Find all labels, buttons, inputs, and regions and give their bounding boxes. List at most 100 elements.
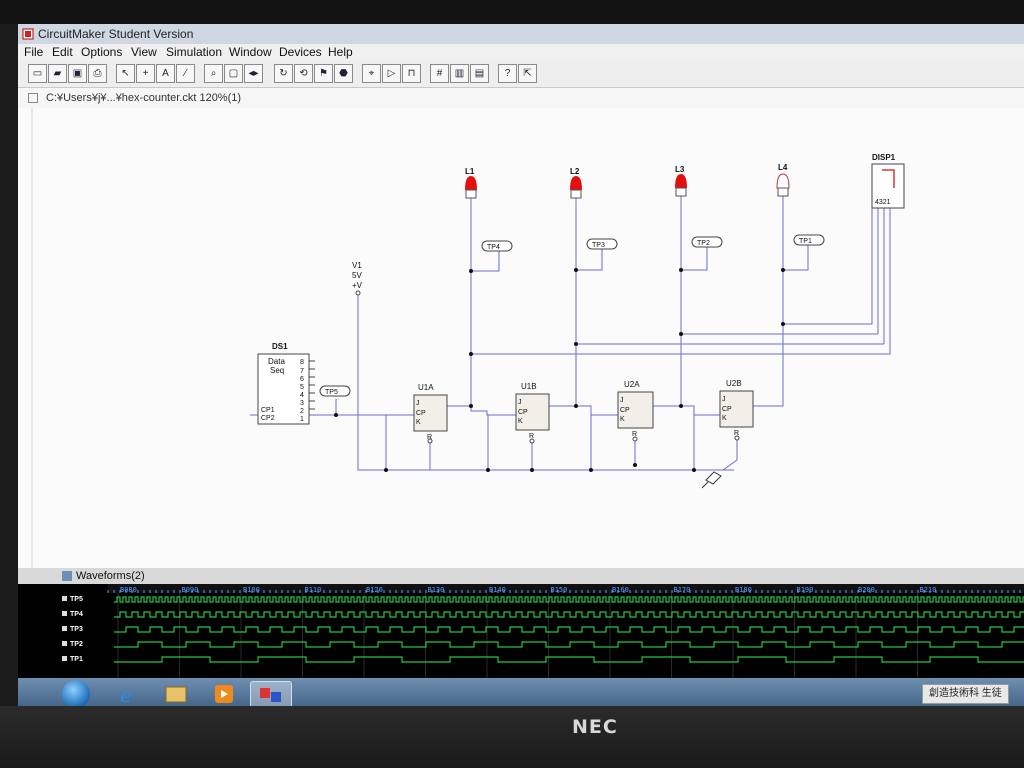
reset-switch-icon[interactable]: [701, 471, 722, 489]
monitor-top-bezel: [0, 0, 1024, 24]
start-button-icon[interactable]: [62, 680, 90, 708]
step-icon[interactable]: ▷: [382, 64, 401, 83]
flipflop-u1b[interactable]: U1B JCPK R: [515, 382, 550, 444]
svg-text:J: J: [722, 396, 726, 403]
zoom-icon[interactable]: ⌕: [204, 64, 223, 83]
info-icon[interactable]: ⇱: [518, 64, 537, 83]
menu-devices[interactable]: Devices: [279, 45, 322, 59]
svg-text:CP: CP: [620, 407, 630, 414]
svg-text:J: J: [518, 399, 522, 406]
run-icon[interactable]: ⚑: [314, 64, 333, 83]
pan-icon[interactable]: ◂▸: [244, 64, 263, 83]
ds1-seq: Seq: [270, 366, 284, 375]
svg-text:7: 7: [300, 368, 304, 375]
svg-text:8: 8: [300, 359, 304, 366]
svg-text:U1A: U1A: [418, 383, 434, 392]
flipflops: U1A JCPK R U1B JCPK R U2A J CP K R U2B JCP…: [413, 379, 754, 444]
lamp-l1[interactable]: L1: [465, 167, 477, 199]
media-player-icon[interactable]: [204, 681, 244, 707]
junction-dots: [334, 268, 785, 472]
waveform-panel[interactable]: Waveforms(2) B080 B090 B100 B110 B120 B130 B14…: [18, 568, 1024, 678]
trace-icon[interactable]: ⌖: [362, 64, 381, 83]
svg-text:4: 4: [300, 392, 304, 399]
waveform-titlebar[interactable]: Waveforms(2): [18, 568, 1024, 585]
svg-text:J: J: [416, 400, 420, 407]
testpoints: TP4 TP3 TP2 TP1 TP5: [319, 234, 825, 397]
flipflop-u2b[interactable]: U2B JCPK R: [719, 379, 754, 441]
reset-icon[interactable]: ⟲: [294, 64, 313, 83]
menu-simulation[interactable]: Simulation: [166, 45, 222, 59]
menu-edit[interactable]: Edit: [52, 45, 73, 59]
file-explorer-icon[interactable]: [156, 681, 196, 707]
screen: CircuitMaker Student Version File Edit O…: [18, 24, 1024, 710]
menu-options[interactable]: Options: [81, 45, 122, 59]
data-sequencer-ds1[interactable]: DS1 Data Seq 8 7 6 5 4 3 2 1 CP1 CP2: [257, 342, 315, 425]
waveform-tick-label: B160: [612, 586, 629, 594]
svg-text:J: J: [620, 397, 624, 404]
probe-pen-icon[interactable]: ∕: [176, 64, 195, 83]
parts-icon[interactable]: ▥: [450, 64, 469, 83]
lamp-l2[interactable]: L2: [570, 167, 582, 199]
app-titlebar[interactable]: CircuitMaker Student Version: [18, 24, 1024, 45]
display-disp1[interactable]: DISP1 4321: [871, 153, 905, 209]
flipflop-u1a[interactable]: U1A JCPK R: [413, 383, 448, 444]
channel-label-tp2: TP2: [70, 641, 83, 648]
stop-sign-icon[interactable]: ⬣: [334, 64, 353, 83]
fit-window-icon[interactable]: ▢: [224, 64, 243, 83]
source-value: 5V: [352, 271, 362, 280]
menu-view[interactable]: View: [131, 45, 157, 59]
app-icon: [22, 28, 34, 40]
lamp-l4[interactable]: L4: [776, 163, 790, 197]
waveform-tick-label: B190: [797, 586, 814, 594]
open-folder-icon[interactable]: ▰: [48, 64, 67, 83]
wire-icon[interactable]: +: [136, 64, 155, 83]
schematic-canvas[interactable]: L1 L2 L3 L4 DISP1 4321 TP4 TP3 TP2 TP1 T…: [18, 108, 1024, 568]
channel-label-tp3: TP3: [70, 626, 83, 633]
svg-text:CP1: CP1: [261, 407, 275, 414]
document-icon: [28, 93, 38, 103]
text-icon[interactable]: A: [156, 64, 175, 83]
flipflop-u2a[interactable]: U2A JCPK R: [617, 380, 654, 442]
testpoint-tp5-label: TP5: [325, 389, 338, 396]
menu-help[interactable]: Help: [328, 45, 353, 59]
source-name: V1: [352, 261, 362, 270]
svg-text:U2B: U2B: [726, 379, 742, 388]
testpoint-tp2-label: TP2: [697, 240, 710, 247]
waveform-tick-label: B120: [366, 586, 383, 594]
waveform-tick-label: B090: [182, 586, 199, 594]
voltage-source-v1[interactable]: V1 5V +V: [352, 261, 363, 296]
svg-text:1: 1: [300, 416, 304, 423]
menu-file[interactable]: File: [24, 45, 43, 59]
device-icon[interactable]: ▤: [470, 64, 489, 83]
toolbar: ▭ ▰ ▣ ⎙ ↖ + A ∕ ⌕ ▢ ◂▸ ↻ ⟲ ⚑ ⬣ ⌖ ▷ ⊓ # ▥…: [18, 61, 1024, 88]
document-titlebar[interactable]: C:¥Users¥j¥...¥hex-counter.ckt 120%(1): [18, 88, 1024, 109]
circuitmaker-taskbar-icon[interactable]: [250, 681, 292, 709]
waveform-tick-label: B080: [120, 586, 137, 594]
help-question-icon[interactable]: ?: [498, 64, 517, 83]
grid-icon[interactable]: #: [430, 64, 449, 83]
save-icon[interactable]: ▣: [68, 64, 87, 83]
print-icon[interactable]: ⎙: [88, 64, 107, 83]
svg-text:6: 6: [300, 376, 304, 383]
new-file-icon[interactable]: ▭: [28, 64, 47, 83]
svg-text:5: 5: [300, 384, 304, 391]
testpoint-tp3-label: TP3: [592, 242, 605, 249]
svg-text:K: K: [722, 415, 727, 422]
channel-label-tp4: TP4: [70, 611, 83, 618]
app-title: CircuitMaker Student Version: [38, 27, 194, 41]
schematic-drawing: L1 L2 L3 L4 DISP1 4321 TP4 TP3 TP2 TP1 T…: [31, 108, 905, 568]
internet-explorer-icon[interactable]: e: [108, 681, 148, 707]
arrow-select-icon[interactable]: ↖: [116, 64, 135, 83]
ime-language-bar[interactable]: 創造技術科 生徒: [922, 684, 1009, 704]
rotate-icon[interactable]: ↻: [274, 64, 293, 83]
waveform-window-icon: [62, 571, 72, 581]
menu-bar: File Edit Options View Simulation Window…: [18, 44, 1024, 61]
lamp-l3[interactable]: L3: [675, 165, 687, 197]
waveform-icon[interactable]: ⊓: [402, 64, 421, 83]
waveform-plot: B080 B090 B100 B110 B120 B130 B140 B150 B160 B170…: [18, 584, 1024, 678]
svg-text:U1B: U1B: [521, 382, 537, 391]
menu-window[interactable]: Window: [229, 45, 272, 59]
svg-text:K: K: [518, 418, 523, 425]
svg-text:U2A: U2A: [624, 380, 640, 389]
display-label: DISP1: [872, 153, 896, 162]
